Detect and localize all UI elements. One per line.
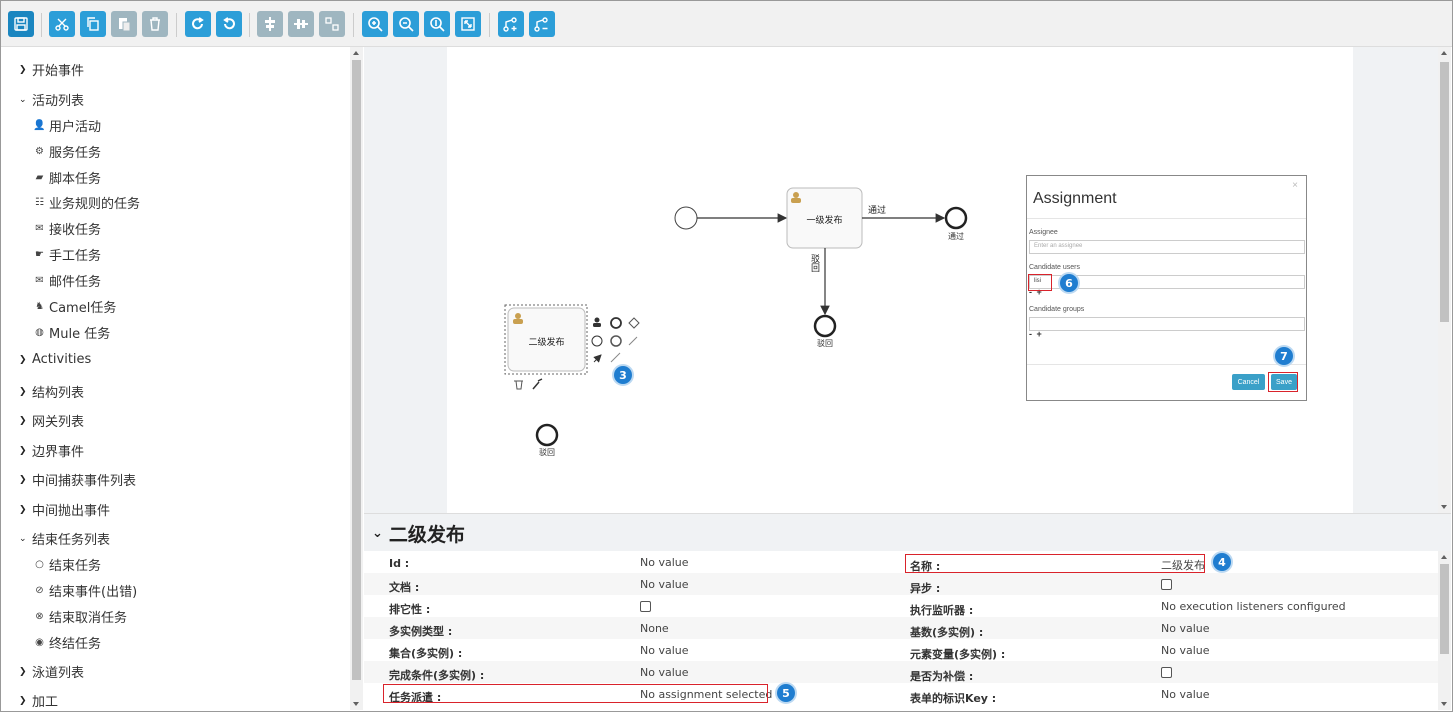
assignee-label: Assignee (1029, 229, 1058, 236)
assignee-input[interactable]: Enter an assignee (1029, 240, 1305, 254)
property-label-multi-instance-type: 多实例类型 : (389, 625, 453, 638)
property-value-form-key[interactable]: No value (1161, 688, 1210, 701)
properties-title[interactable]: ⌄ 二级发布 (372, 520, 465, 547)
property-label-completion-condition: 完成条件(多实例) : (389, 669, 485, 682)
connector-icon[interactable] (593, 354, 602, 363)
annotation-badge: 4 (1213, 553, 1231, 571)
end-event-pass[interactable] (944, 206, 968, 230)
property-value-execution-listeners[interactable]: No execution listeners configured (1161, 600, 1346, 613)
wrench-icon[interactable] (532, 378, 543, 390)
user-icon[interactable] (593, 317, 601, 328)
annotation-badge: 6 (1060, 274, 1078, 292)
property-label-id: Id : (389, 557, 410, 570)
property-label-collection: 集合(多实例) : (389, 647, 463, 660)
property-value-collection[interactable]: No value (640, 644, 689, 657)
exclusive-checkbox[interactable] (640, 601, 651, 612)
candidate-groups-label: Candidate groups (1029, 306, 1085, 313)
trash-icon[interactable] (514, 380, 523, 390)
annotation-badge: 5 (777, 684, 795, 702)
async-checkbox[interactable] (1161, 579, 1172, 590)
gateway-icon[interactable] (628, 317, 640, 329)
property-label-cardinality: 基数(多实例) : (910, 626, 984, 639)
cancel-button[interactable]: Cancel (1232, 374, 1265, 390)
annotation-badge: 7 (1275, 347, 1293, 365)
annotation-highlight (1268, 372, 1298, 392)
property-label-documentation: 文档 : (389, 581, 420, 594)
property-value-id[interactable]: No value (640, 556, 689, 569)
association-icon[interactable] (628, 336, 638, 346)
end-event-label: 驳回 (539, 448, 555, 457)
property-value-cardinality[interactable]: No value (1161, 622, 1210, 635)
task-label: 一级发布 (806, 216, 843, 226)
annotation-badge: 3 (614, 366, 632, 384)
annotation-highlight (905, 554, 1205, 573)
flow-label: 驳回 (809, 254, 819, 272)
line-icon[interactable] (610, 352, 621, 363)
start-event[interactable] (674, 206, 698, 230)
property-label-element-variable: 元素变量(多实例) : (910, 648, 1006, 661)
chevron-down-icon: ⌄ (372, 526, 383, 541)
annotation-highlight (1028, 274, 1052, 291)
property-label-execution-listeners: 执行监听器 : (910, 604, 974, 617)
compensation-checkbox[interactable] (1161, 667, 1172, 678)
end-event-reject[interactable] (813, 314, 837, 338)
property-value-documentation[interactable]: No value (640, 578, 689, 591)
task-label: 二级发布 (528, 338, 565, 348)
property-label-form-key: 表单的标识Key : (910, 692, 997, 705)
end-event-icon[interactable] (610, 317, 622, 329)
property-label-exclusive: 排它性 : (389, 603, 431, 616)
property-value-completion-condition[interactable]: No value (640, 666, 689, 679)
property-label-compensation: 是否为补偿 : (910, 670, 974, 683)
end-event-label: 通过 (948, 232, 964, 241)
properties-scrollbar[interactable] (1438, 551, 1451, 710)
timer-icon[interactable] (591, 335, 603, 347)
intermediate-event-icon[interactable] (610, 335, 622, 347)
properties-header (364, 513, 1451, 552)
property-value-element-variable[interactable]: No value (1161, 644, 1210, 657)
dialog-title: Assignment (1033, 190, 1117, 207)
properties-title-text: 二级发布 (388, 524, 465, 546)
annotation-highlight (383, 684, 768, 703)
candidate-group-input[interactable] (1029, 317, 1305, 331)
close-icon[interactable]: × (1292, 180, 1298, 191)
property-label-async: 异步 : (910, 582, 941, 595)
property-value-multi-instance-type[interactable]: None (640, 622, 669, 635)
flow-label: 通过 (868, 206, 887, 216)
end-event-reject-2[interactable] (535, 423, 559, 447)
candidate-users-label: Candidate users (1029, 264, 1080, 271)
add-remove-group[interactable]: - + (1029, 329, 1043, 339)
end-event-label: 驳回 (817, 339, 833, 348)
